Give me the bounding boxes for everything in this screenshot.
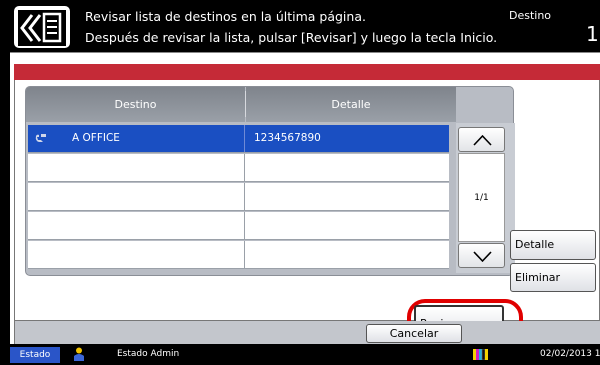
send-document-icon bbox=[14, 6, 70, 48]
header: Revisar lista de destinos en la última p… bbox=[10, 0, 600, 52]
detalle-text: 1234567890 bbox=[254, 132, 321, 144]
bottom-bar: Cancelar bbox=[14, 321, 600, 345]
chevron-up-icon bbox=[473, 134, 492, 146]
destino-cell bbox=[28, 183, 245, 210]
status-bar: Estado Estado Admin 02/02/2013 10:1 bbox=[10, 344, 600, 365]
table-row[interactable] bbox=[28, 212, 449, 240]
destination-count-label: Destino bbox=[509, 9, 552, 22]
user-icon bbox=[74, 347, 84, 361]
column-header-detalle: Detalle bbox=[246, 87, 456, 122]
page-indicator: 1/1 bbox=[458, 153, 505, 242]
destination-table: Destino Detalle A OFFICE 1234567890 1/1 bbox=[25, 86, 515, 276]
destino-text: A OFFICE bbox=[72, 132, 120, 144]
title-bar bbox=[14, 64, 600, 80]
table-row[interactable]: A OFFICE 1234567890 bbox=[28, 125, 449, 153]
instruction-line-1: Revisar lista de destinos en la última p… bbox=[85, 9, 366, 24]
chevron-down-icon bbox=[473, 251, 492, 263]
destination-count: 1 bbox=[586, 22, 599, 46]
detalle-button[interactable]: Detalle bbox=[510, 230, 596, 260]
main-panel: Destino Detalle A OFFICE 1234567890 1/1 … bbox=[10, 52, 600, 349]
table-row[interactable] bbox=[28, 154, 449, 182]
destino-cell bbox=[28, 154, 245, 181]
scroll-up-button[interactable] bbox=[458, 127, 505, 152]
cancel-button[interactable]: Cancelar bbox=[366, 324, 462, 343]
status-datetime: 02/02/2013 10:1 bbox=[540, 349, 600, 359]
scroll-column: 1/1 bbox=[456, 123, 515, 273]
destino-cell bbox=[28, 212, 245, 239]
status-button[interactable]: Estado bbox=[10, 347, 60, 363]
content-area: Destino Detalle A OFFICE 1234567890 1/1 … bbox=[14, 80, 600, 349]
screen: Revisar lista de destinos en la última p… bbox=[10, 0, 600, 365]
eliminar-button[interactable]: Eliminar bbox=[510, 263, 596, 292]
status-user: Estado Admin bbox=[117, 349, 180, 359]
table-row[interactable] bbox=[28, 183, 449, 211]
device-status-icon[interactable] bbox=[473, 349, 489, 360]
destino-cell: A OFFICE bbox=[28, 125, 245, 152]
destino-cell bbox=[28, 241, 245, 268]
instruction-line-2: Después de revisar la lista, pulsar [Rev… bbox=[85, 30, 498, 45]
scroll-down-button[interactable] bbox=[458, 243, 505, 268]
column-header-destino: Destino bbox=[26, 87, 245, 122]
table-row[interactable] bbox=[28, 241, 449, 269]
fax-icon bbox=[35, 134, 46, 142]
